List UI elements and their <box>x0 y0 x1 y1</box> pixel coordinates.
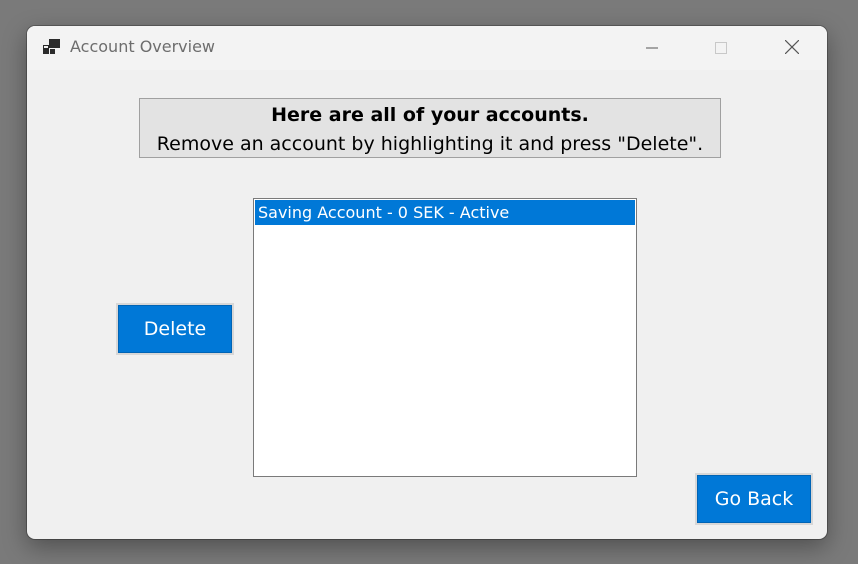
close-icon <box>784 39 800 58</box>
minimize-button[interactable] <box>620 26 684 70</box>
account-overview-window: Account Overview Here are all of your ac… <box>27 26 827 539</box>
delete-button[interactable]: Delete <box>118 305 232 353</box>
title-bar[interactable]: Account Overview <box>27 26 827 70</box>
instructions-line-1: Here are all of your accounts. <box>271 104 589 126</box>
maximize-button[interactable] <box>689 26 753 70</box>
accounts-listbox[interactable]: Saving Account - 0 SEK - Active <box>253 198 637 477</box>
account-list-item[interactable]: Saving Account - 0 SEK - Active <box>255 200 635 225</box>
close-button[interactable] <box>760 26 824 70</box>
app-window-icon <box>43 39 61 55</box>
instructions-label: Here are all of your accounts. Remove an… <box>139 98 721 158</box>
minimize-icon <box>646 39 658 58</box>
go-back-button[interactable]: Go Back <box>697 475 811 523</box>
instructions-line-2: Remove an account by highlighting it and… <box>156 133 704 155</box>
maximize-icon <box>715 39 727 58</box>
window-title: Account Overview <box>70 37 216 56</box>
